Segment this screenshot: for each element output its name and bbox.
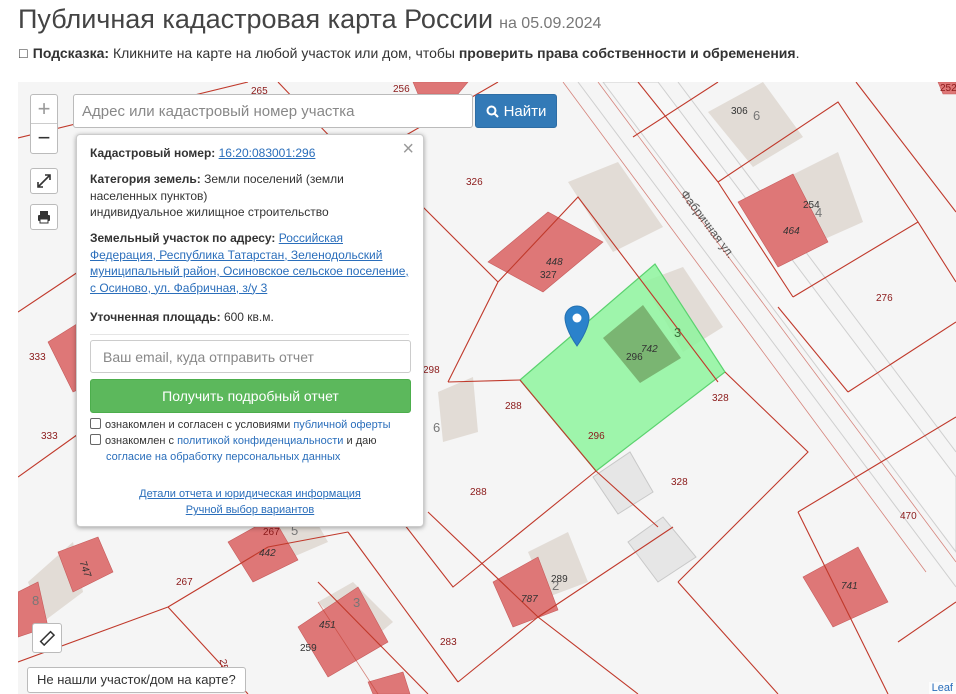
house-number: 6 [753,108,760,123]
personal-data-link[interactable]: согласие на обработку персональных данны… [106,451,340,463]
address-link-3[interactable]: муниципальный район, Осиновское сельское… [90,264,409,278]
address-link-1[interactable]: Российская [279,231,343,245]
privacy-consent-row: ознакомлен с политикой конфиденциальност… [90,433,376,449]
search-icon [486,105,499,118]
address-link-4[interactable]: с Осиново, ул. Фабричная, з/у 3 [90,281,267,295]
category-label: Категория земель: [90,172,201,186]
not-found-button[interactable]: Не нашли участок/дом на карте? [27,667,246,693]
parcel-label: 326 [466,177,483,188]
parcel-label: 333 [29,352,46,363]
parcel-label: 267 [263,527,280,538]
search-button[interactable]: Найти [475,94,557,128]
parcel-label: 288 [505,401,522,412]
divider [90,334,409,335]
cadastral-number-row: Кадастровый номер: 16:20:083001:296 [90,145,409,162]
parcel-label: 296 [588,431,605,442]
building-label: 442 [259,548,276,559]
cadastral-number-link[interactable]: 16:20:083001:296 [219,146,316,160]
land-category-row: Категория земель: Земли поселений (земли… [90,171,409,221]
parcel-label: 276 [876,293,893,304]
house-number: 6 [433,420,440,435]
category-line3: индивидуальное жилищное строительство [90,205,329,219]
ruler-button[interactable] [32,623,62,653]
page-title-text: Публичная кадастровая карта России [18,4,494,34]
offer-consent-row: ознакомлен и согласен с условиями публич… [90,417,391,433]
house-number: 4 [815,205,822,220]
parcel-label: 298 [423,365,440,376]
page-date: на 05.09.2024 [499,15,602,32]
area-row: Уточненная площадь: 600 кв.м. [90,309,409,326]
address-label: Земельный участок по адресу: [90,231,276,245]
privacy-text-2: и даю [343,435,377,447]
parcel-label: 328 [671,477,688,488]
hint-label: Подсказка: [32,45,110,61]
parcel-label: 288 [470,487,487,498]
get-report-button[interactable]: Получить подробный отчет [90,379,411,413]
category-line2: населенных пунктов) [90,188,208,203]
fullscreen-icon [37,174,51,188]
hint-text: Кликните на карте на любой участок или д… [109,45,459,61]
building-label: 448 [546,257,563,268]
search-button-label: Найти [503,102,547,120]
building-label: 787 [521,594,538,605]
hint-end: . [795,45,800,61]
search-input[interactable] [73,94,473,128]
hint: ☐ Подсказка: Кликните на карте на любой у… [18,45,799,61]
parcel-label: 327 [540,270,557,281]
building-label: 451 [319,620,336,631]
house-number: 3 [353,595,360,610]
privacy-policy-link[interactable]: политикой конфиденциальности [177,435,343,447]
area-label: Уточненная площадь: [90,310,221,324]
address-row: Земельный участок по адресу: Российская … [90,230,409,296]
print-button[interactable] [30,204,58,230]
parcel-label: 283 [440,637,457,648]
cadastral-map[interactable]: Фабричная ул. 265 256 252 306 6 326 254 … [18,82,956,694]
lightbulb-icon: ☐ [18,47,29,61]
zoom-control: + − [30,94,58,154]
building-label: 742 [641,344,658,355]
parcel-label: 470 [900,511,917,522]
house-number: 3 [674,325,681,340]
personal-data-row: согласие на обработку персональных данны… [106,449,340,465]
ruler-icon [39,630,55,646]
page-title: Публичная кадастровая карта России на 05.… [18,4,601,35]
area-value: 600 кв.м. [223,310,274,324]
print-icon [38,211,50,224]
house-number: 8 [32,593,39,608]
house-number: 2 [552,578,559,593]
privacy-text: ознакомлен с [105,435,178,447]
fullscreen-button[interactable] [30,168,58,194]
offer-link[interactable]: публичной оферты [293,419,390,431]
details-link[interactable]: Детали отчета и юридическая информация [77,488,423,500]
building-label: 464 [783,226,800,237]
parcel-label: 306 [731,106,748,117]
cadastral-label: Кадастровый номер: [90,146,216,160]
leaflet-attribution[interactable]: Leaf [928,682,956,694]
zoom-out-button[interactable]: − [31,124,57,153]
parcel-label: 333 [41,431,58,442]
zoom-in-button[interactable]: + [31,95,57,124]
parcel-label: 328 [712,393,729,404]
offer-checkbox[interactable] [90,418,101,429]
manual-selection-link[interactable]: Ручной выбор вариантов [77,504,423,516]
email-field[interactable] [90,340,411,373]
parcel-label: 252 [940,83,956,94]
offer-text: ознакомлен и согласен с условиями [105,419,294,431]
parcel-label: 259 [300,643,317,654]
privacy-checkbox[interactable] [90,434,101,445]
parcel-label: 267 [176,577,193,588]
parcel-info-popup: × Кадастровый номер: 16:20:083001:296 Ка… [76,134,424,527]
building-label: 741 [841,581,858,592]
address-link-2[interactable]: Федерация, Республика Татарстан, Зеленод… [90,248,382,262]
hint-bold: проверить права собственности и обремене… [458,45,796,61]
category-line1: Земли поселений (земли [204,172,344,186]
